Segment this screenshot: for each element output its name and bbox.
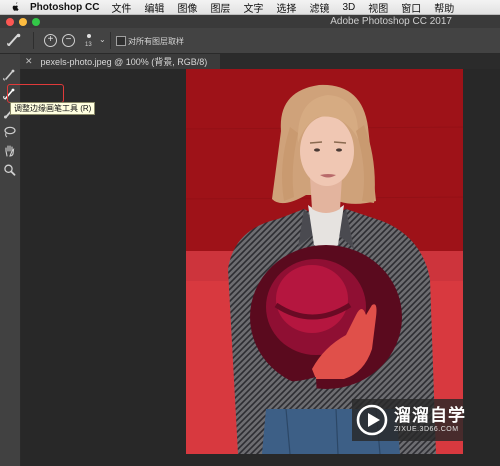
options-divider [33, 32, 34, 49]
menu-3d[interactable]: 3D [342, 2, 355, 13]
tool-tooltip: 调整边缘画笔工具 (R) [10, 102, 96, 115]
brush-preview-icon[interactable] [87, 34, 91, 38]
menu-type[interactable]: 文字 [243, 0, 263, 15]
sample-all-layers-checkbox[interactable] [116, 36, 126, 46]
app-menu[interactable]: Photoshop CC [30, 2, 99, 13]
menu-view[interactable]: 视图 [368, 0, 388, 15]
menu-select[interactable]: 选择 [276, 0, 296, 15]
tool-preset-picker-icon[interactable] [6, 33, 22, 47]
zoom-tool-icon[interactable] [3, 163, 16, 176]
menu-layer[interactable]: 图层 [210, 0, 230, 15]
window-title: Adobe Photoshop CC 2017 [330, 16, 452, 27]
sample-all-layers-label: 对所有图层取样 [128, 37, 184, 46]
menu-bar: Photoshop CC 文件 编辑 图像 图层 文字 选择 滤镜 3D 视图 … [0, 0, 500, 15]
options-bar: + − 13 ⌄ 对所有图层取样 [0, 28, 500, 54]
apple-icon[interactable] [11, 2, 21, 12]
photo-illustration [186, 69, 463, 454]
minimize-window-button[interactable] [19, 17, 27, 26]
expand-detection-icon[interactable]: + [44, 34, 57, 47]
document-tab-bar: ✕ pexels-photo.jpeg @ 100% (背景, RGB/8) [20, 54, 500, 69]
watermark-url: ZIXUE.3D66.COM [394, 426, 459, 433]
zoom-window-button[interactable] [32, 17, 40, 26]
tool-highlight-box [7, 84, 64, 103]
options-divider [110, 32, 111, 49]
menu-window[interactable]: 窗口 [401, 0, 421, 15]
close-tab-icon[interactable]: ✕ [25, 56, 33, 67]
hand-tool-icon[interactable] [3, 144, 16, 157]
menu-file[interactable]: 文件 [111, 0, 131, 15]
close-window-button[interactable] [6, 17, 14, 26]
chevron-down-icon[interactable]: ⌄ [99, 35, 106, 44]
erase-refinements-icon[interactable]: − [62, 34, 75, 47]
watermark-logo-icon [356, 404, 388, 436]
window-titlebar: Adobe Photoshop CC 2017 [0, 15, 500, 28]
watermark-brand: 溜溜自学 [394, 406, 466, 425]
watermark-text: 溜溜自学 ZIXUE.3D66.COM [394, 406, 466, 434]
document-tab-label: pexels-photo.jpeg @ 100% (背景, RGB/8) [40, 57, 208, 67]
menu-edit[interactable]: 编辑 [144, 0, 164, 15]
lasso-tool-icon[interactable] [3, 125, 16, 138]
watermark: 溜溜自学 ZIXUE.3D66.COM [352, 399, 470, 441]
menu-help[interactable]: 帮助 [434, 0, 454, 15]
menu-filter[interactable]: 滤镜 [309, 0, 329, 15]
document-photo[interactable] [186, 69, 463, 454]
brush-size-value[interactable]: 13 [85, 42, 92, 48]
toolbox [0, 54, 21, 466]
document-tab[interactable]: ✕ pexels-photo.jpeg @ 100% (背景, RGB/8) [20, 54, 220, 69]
menu-image[interactable]: 图像 [177, 0, 197, 15]
quick-selection-tool-icon[interactable] [3, 68, 16, 81]
